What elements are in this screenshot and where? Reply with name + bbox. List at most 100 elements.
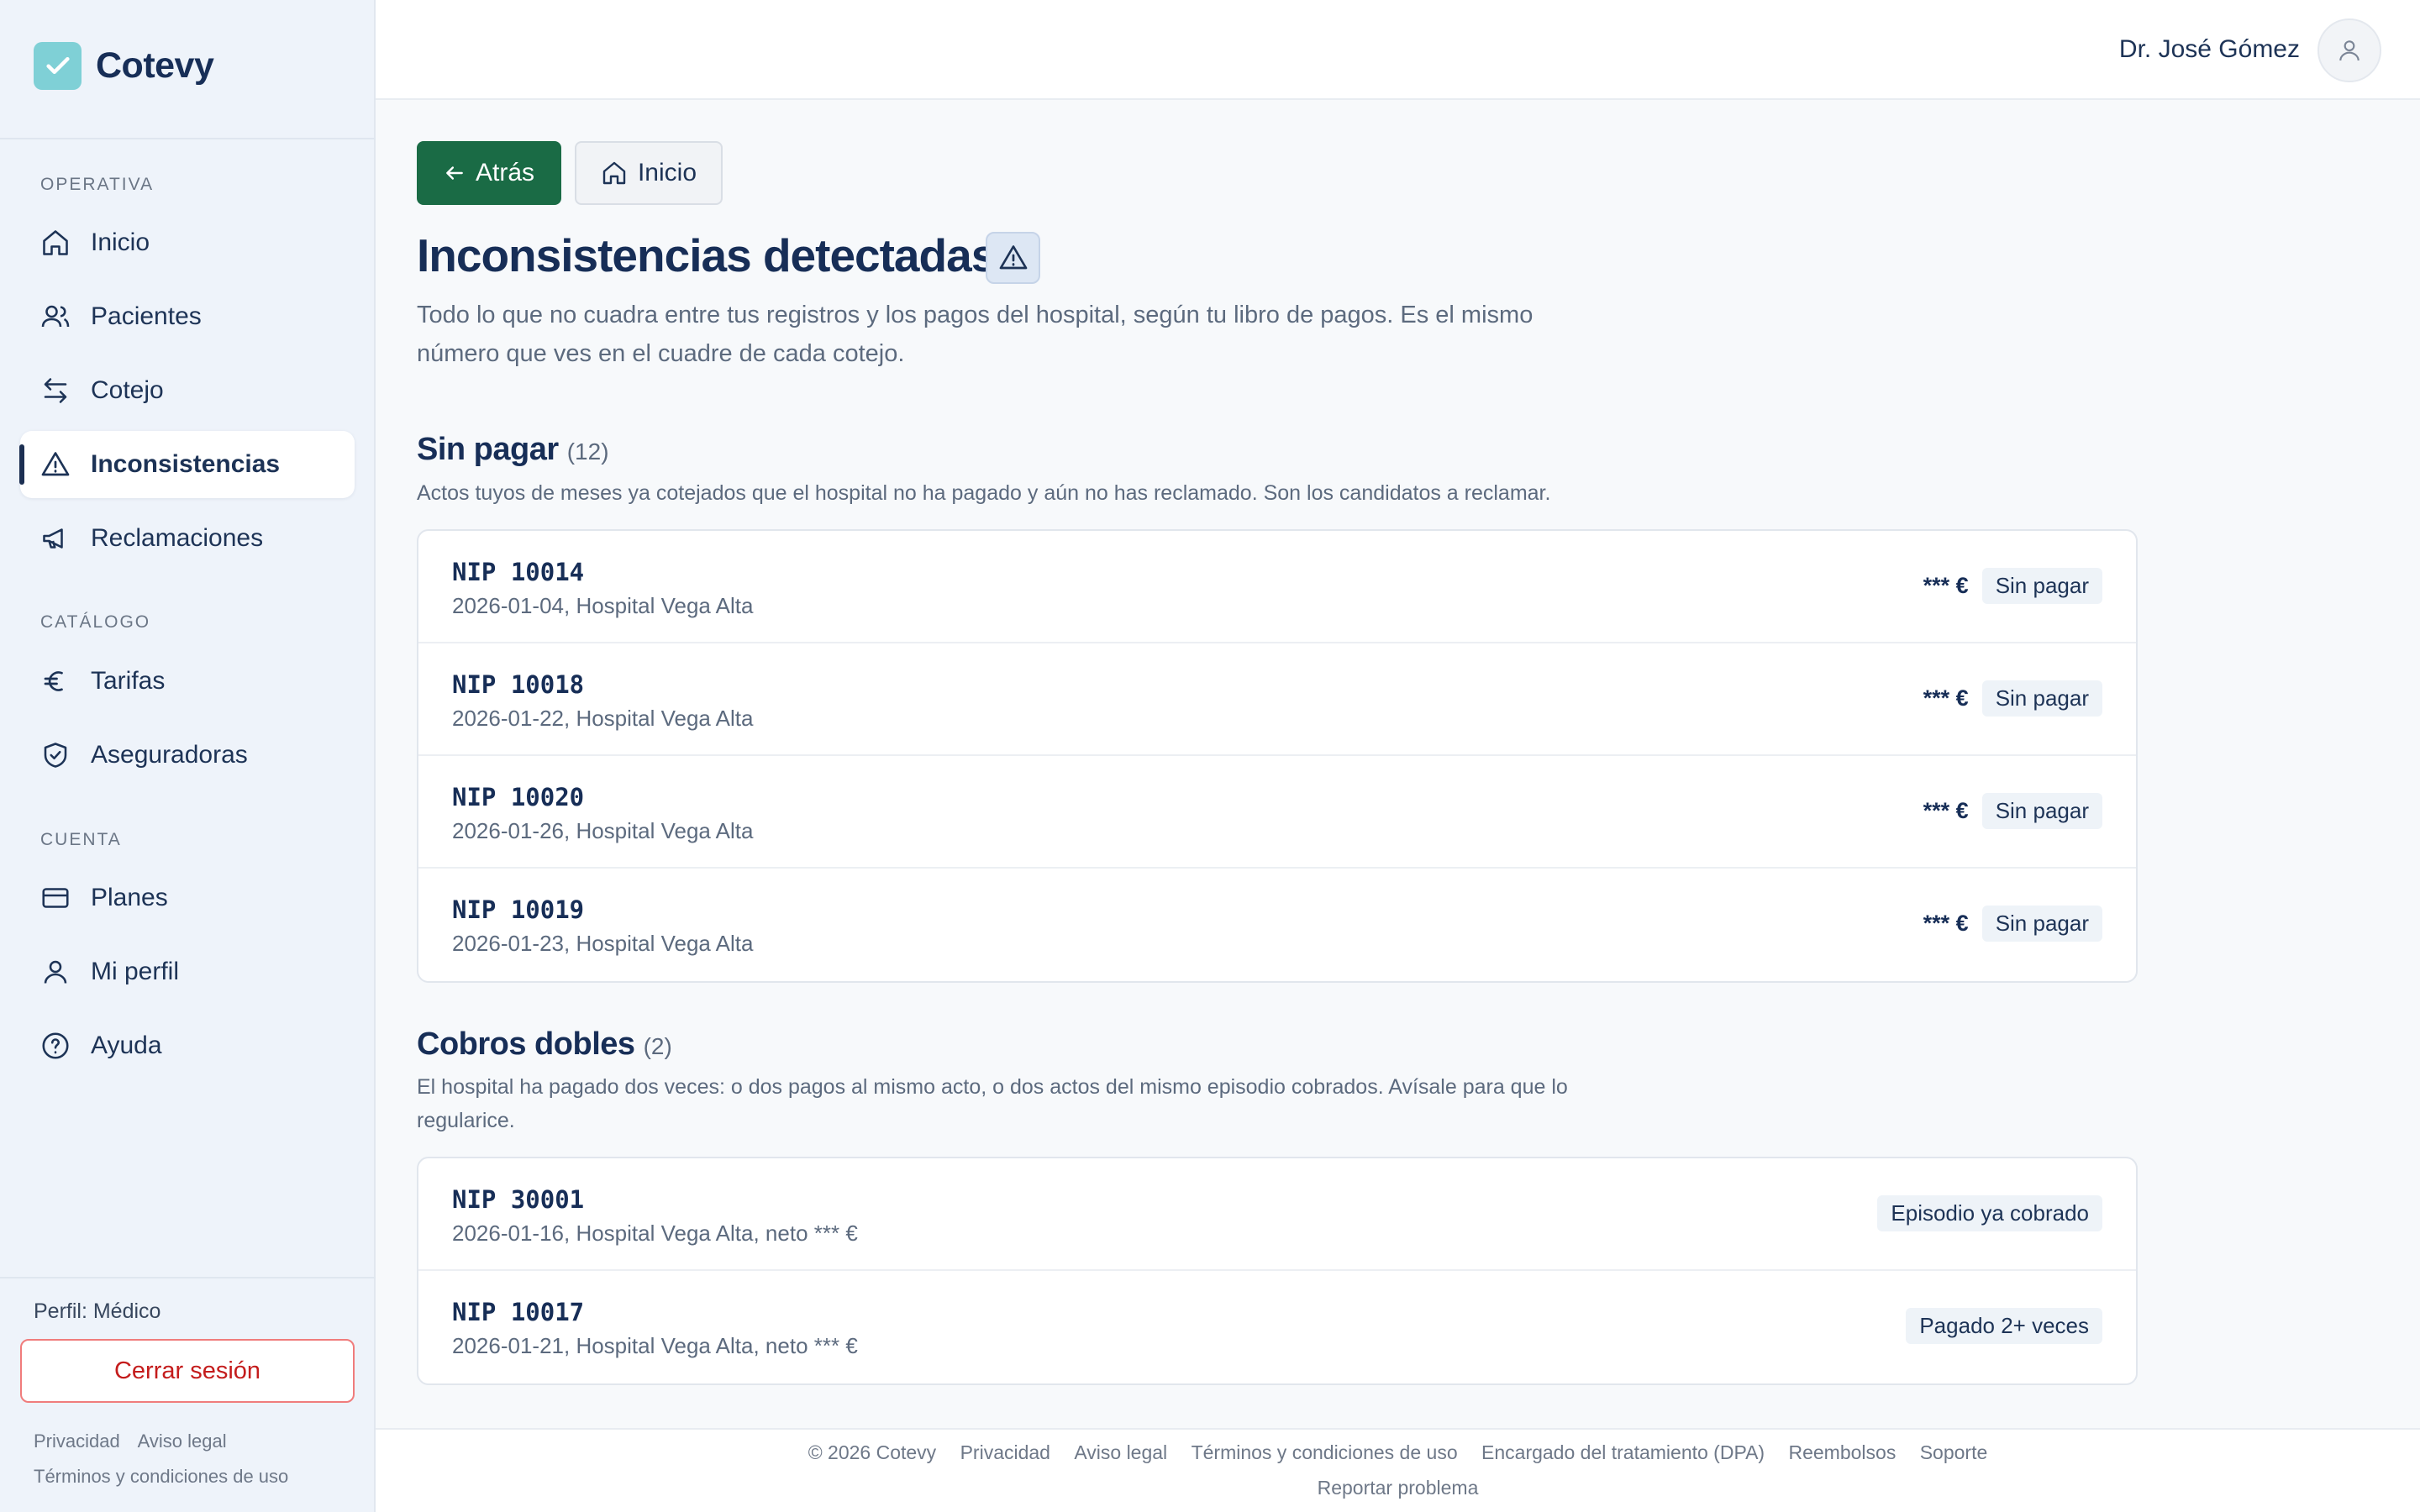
profile-role: Perfil: Médico bbox=[34, 1299, 161, 1323]
footer: © 2026 Cotevy Privacidad Aviso legal Tér… bbox=[376, 1428, 2420, 1512]
home-button[interactable]: Inicio bbox=[575, 141, 723, 205]
sidebar-item-label: Inconsistencias bbox=[91, 450, 281, 478]
sidebar-item-planes[interactable]: Planes bbox=[20, 864, 355, 932]
sidebar-item-tarifas[interactable]: Tarifas bbox=[20, 648, 355, 715]
home-icon bbox=[602, 161, 626, 185]
status-badge: Sin pagar bbox=[1981, 906, 2102, 942]
status-badge: Episodio ya cobrado bbox=[1877, 1195, 2102, 1231]
sidebar-terms-link[interactable]: Términos y condiciones de uso bbox=[34, 1466, 288, 1488]
sidebar-item-label: Cotejo bbox=[91, 376, 164, 404]
nip: NIP 10018 bbox=[452, 670, 585, 699]
section-description-double: El hospital ha pagado dos veces: o dos p… bbox=[417, 1075, 1568, 1132]
user-name[interactable]: Dr. José Gómez bbox=[2119, 35, 2300, 64]
double-payment-list: NIP 30001 2026-01-16, Hospital Vega Alta… bbox=[417, 1157, 2138, 1385]
unpaid-list: NIP 10014 2026-01-04, Hospital Vega Alta… bbox=[417, 529, 2138, 983]
report-problem-link[interactable]: Reportar problema bbox=[376, 1477, 2420, 1499]
nip: NIP 10020 bbox=[452, 783, 585, 811]
nip: NIP 30001 bbox=[452, 1185, 585, 1214]
row-meta: 2026-01-23, Hospital Vega Alta bbox=[452, 931, 754, 956]
amount: *** € bbox=[1923, 798, 1969, 823]
topbar: Dr. José Gómez bbox=[376, 0, 2420, 100]
section-count: (2) bbox=[643, 1033, 672, 1059]
amount: *** € bbox=[1923, 911, 1969, 936]
sidebar-item-label: Mi perfil bbox=[91, 958, 180, 985]
euro-icon bbox=[39, 664, 72, 698]
amount: *** € bbox=[1923, 685, 1969, 711]
home-icon bbox=[39, 226, 72, 260]
section-title-text: Cobros dobles bbox=[417, 1026, 635, 1062]
footer-link-dpa[interactable]: Encargado del tratamiento (DPA) bbox=[1481, 1441, 1765, 1463]
sidebar-item-label: Ayuda bbox=[91, 1032, 162, 1059]
list-item[interactable]: NIP 10019 2026-01-23, Hospital Vega Alta… bbox=[418, 869, 2136, 981]
list-item[interactable]: NIP 10014 2026-01-04, Hospital Vega Alta… bbox=[418, 531, 2136, 643]
status-badge: Sin pagar bbox=[1981, 793, 2102, 829]
help-circle-icon bbox=[39, 1029, 72, 1063]
sidebar-item-pacientes[interactable]: Pacientes bbox=[20, 283, 355, 350]
section-title-text: Sin pagar bbox=[417, 432, 559, 467]
list-item[interactable]: NIP 10018 2026-01-22, Hospital Vega Alta… bbox=[418, 643, 2136, 756]
sidebar-item-label: Pacientes bbox=[91, 302, 202, 330]
sidebar-divider bbox=[0, 138, 376, 139]
section-description-unpaid: Actos tuyos de meses ya cotejados que el… bbox=[417, 481, 1551, 505]
page-description: Todo lo que no cuadra entre tus registro… bbox=[417, 302, 1534, 367]
arrows-swap-icon bbox=[39, 374, 72, 407]
sidebar-item-inicio[interactable]: Inicio bbox=[20, 209, 355, 276]
sidebar-item-label: Planes bbox=[91, 884, 168, 911]
megaphone-icon bbox=[39, 522, 72, 555]
sidebar-item-ayuda[interactable]: Ayuda bbox=[20, 1012, 355, 1079]
row-meta: 2026-01-04, Hospital Vega Alta bbox=[452, 593, 754, 618]
warning-icon bbox=[39, 448, 72, 481]
footer-link-support[interactable]: Soporte bbox=[1920, 1441, 1988, 1463]
arrow-left-icon bbox=[446, 166, 463, 180]
footer-links: © 2026 Cotevy Privacidad Aviso legal Tér… bbox=[376, 1441, 2420, 1464]
brand-name: Cotevy bbox=[96, 45, 214, 86]
list-item[interactable]: NIP 10017 2026-01-21, Hospital Vega Alta… bbox=[418, 1271, 2136, 1383]
sidebar-legal-links: Privacidad Aviso legal bbox=[34, 1431, 240, 1452]
nip: NIP 10017 bbox=[452, 1298, 585, 1326]
back-button[interactable]: Atrás bbox=[417, 141, 561, 205]
legal-notice-link[interactable]: Aviso legal bbox=[138, 1431, 227, 1452]
nip: NIP 10014 bbox=[452, 558, 585, 586]
sidebar-item-aseguradoras[interactable]: Aseguradoras bbox=[20, 722, 355, 789]
section-count: (12) bbox=[566, 438, 609, 465]
status-badge: Pagado 2+ veces bbox=[1906, 1308, 2102, 1344]
footer-link-terms[interactable]: Términos y condiciones de uso bbox=[1192, 1441, 1458, 1463]
credit-card-icon bbox=[39, 881, 72, 915]
active-indicator bbox=[19, 444, 24, 485]
row-meta: 2026-01-22, Hospital Vega Alta bbox=[452, 706, 754, 731]
warning-icon bbox=[986, 232, 1040, 284]
sidebar: Cotevy OPERATIVA Inicio Pacientes Cotejo… bbox=[0, 0, 376, 1512]
sidebar-item-label: Aseguradoras bbox=[91, 741, 248, 769]
privacy-link[interactable]: Privacidad bbox=[34, 1431, 120, 1452]
logout-button[interactable]: Cerrar sesión bbox=[20, 1339, 355, 1403]
page-title: Inconsistencias detectadas bbox=[417, 229, 997, 281]
section-title-unpaid: Sin pagar (12) bbox=[417, 432, 609, 468]
sidebar-item-inconsistencias[interactable]: Inconsistencias bbox=[19, 431, 355, 498]
avatar[interactable] bbox=[2317, 18, 2381, 82]
sidebar-item-reclamaciones[interactable]: Reclamaciones bbox=[20, 505, 355, 572]
brand-logo-icon bbox=[34, 41, 82, 90]
footer-link-legal[interactable]: Aviso legal bbox=[1074, 1441, 1167, 1463]
footer-link-privacy[interactable]: Privacidad bbox=[960, 1441, 1050, 1463]
brand[interactable]: Cotevy bbox=[34, 39, 214, 92]
status-badge: Sin pagar bbox=[1981, 680, 2102, 717]
shield-check-icon bbox=[39, 738, 72, 772]
sidebar-item-cotejo[interactable]: Cotejo bbox=[20, 357, 355, 424]
sidebar-item-mi-perfil[interactable]: Mi perfil bbox=[20, 938, 355, 1005]
users-icon bbox=[39, 300, 72, 333]
copyright: © 2026 Cotevy bbox=[808, 1441, 937, 1463]
home-button-label: Inicio bbox=[637, 159, 697, 186]
user-icon bbox=[39, 955, 72, 989]
section-title-double: Cobros dobles (2) bbox=[417, 1026, 672, 1063]
sidebar-item-label: Inicio bbox=[91, 228, 150, 256]
row-meta: 2026-01-16, Hospital Vega Alta, neto ***… bbox=[452, 1221, 858, 1246]
sidebar-item-label: Tarifas bbox=[91, 667, 166, 695]
list-item[interactable]: NIP 10020 2026-01-26, Hospital Vega Alta… bbox=[418, 756, 2136, 869]
status-badge: Sin pagar bbox=[1981, 568, 2102, 604]
row-meta: 2026-01-21, Hospital Vega Alta, neto ***… bbox=[452, 1333, 858, 1358]
footer-link-refunds[interactable]: Reembolsos bbox=[1788, 1441, 1896, 1463]
list-item[interactable]: NIP 30001 2026-01-16, Hospital Vega Alta… bbox=[418, 1158, 2136, 1271]
row-meta: 2026-01-26, Hospital Vega Alta bbox=[452, 818, 754, 843]
section-label-cuenta: CUENTA bbox=[40, 830, 122, 849]
section-label-catalogo: CATÁLOGO bbox=[40, 612, 151, 632]
